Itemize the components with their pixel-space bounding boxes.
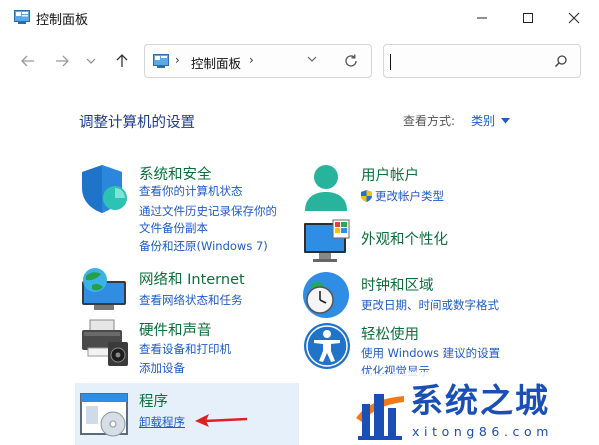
search-input[interactable] <box>388 51 548 71</box>
forward-arrow-icon <box>56 55 69 67</box>
watermark-url: xitong86.com <box>412 424 554 439</box>
title-bar: 控制面板 <box>0 0 599 36</box>
back-button[interactable] <box>16 50 40 72</box>
maximize-icon <box>523 13 533 23</box>
accessibility-icon[interactable] <box>302 321 352 371</box>
category-link[interactable]: 查看设备和打印机 <box>139 341 231 357</box>
control-panel-icon <box>153 54 169 68</box>
close-icon <box>568 12 580 24</box>
search-icon[interactable] <box>554 54 568 68</box>
breadcrumb-separator[interactable]: › <box>249 53 254 67</box>
category-title[interactable]: 系统和安全 <box>139 163 212 184</box>
category-title[interactable]: 外观和个性化 <box>361 228 448 249</box>
search-box[interactable] <box>383 44 581 78</box>
view-by-value[interactable]: 类别 <box>471 112 495 129</box>
category-title[interactable]: 轻松使用 <box>361 323 419 344</box>
chevron-down-icon <box>86 58 96 64</box>
category-title[interactable]: 硬件和声音 <box>139 319 212 340</box>
page-title: 调整计算机的设置 <box>79 115 195 131</box>
refresh-icon[interactable] <box>343 53 359 69</box>
watermark-logo-icon <box>352 374 408 444</box>
minimize-icon <box>477 17 487 19</box>
watermark-text: 系统之城 <box>410 381 550 420</box>
monitor-icon[interactable] <box>303 219 353 265</box>
up-arrow-icon <box>116 54 128 67</box>
maximize-button[interactable] <box>505 0 551 36</box>
category-link[interactable]: 通过文件历史记录保存你的 <box>139 203 277 219</box>
recent-locations-button[interactable] <box>81 50 101 72</box>
category-link[interactable]: 查看网络状态和任务 <box>139 292 243 308</box>
category-title[interactable]: 时钟和区域 <box>361 274 434 295</box>
window-title: 控制面板 <box>36 13 89 28</box>
category-title[interactable]: 程序 <box>139 390 168 411</box>
category-link[interactable]: 备份和还原(Windows 7) <box>139 238 268 254</box>
up-button[interactable] <box>110 50 134 72</box>
control-panel-icon <box>14 10 30 24</box>
printer-icon[interactable] <box>80 318 132 370</box>
address-bar[interactable]: › 控制面板 › <box>144 44 372 78</box>
category-link[interactable]: 文件备份副本 <box>139 220 208 236</box>
uninstall-program-link[interactable]: 卸载程序 <box>139 414 185 430</box>
category-link[interactable]: 查看你的计算机状态 <box>139 183 243 199</box>
breadcrumb-separator[interactable]: › <box>175 53 180 67</box>
forward-button[interactable] <box>50 50 74 72</box>
category-title[interactable]: 网络和 Internet <box>139 268 245 289</box>
programs-icon[interactable] <box>80 390 130 438</box>
back-arrow-icon <box>21 55 34 67</box>
watermark: 系统之城 xitong86.com <box>352 372 599 445</box>
text-caret <box>390 54 391 70</box>
user-icon[interactable] <box>303 163 349 213</box>
category-link[interactable]: 更改日期、时间或数字格式 <box>361 297 499 313</box>
chevron-down-icon[interactable] <box>307 55 317 63</box>
category-title[interactable]: 用户帐户 <box>361 164 419 185</box>
breadcrumb-item-control-panel[interactable]: 控制面板 <box>191 53 241 72</box>
category-link[interactable]: 更改帐户类型 <box>361 188 444 204</box>
minimize-button[interactable] <box>459 0 505 36</box>
annotation-arrow-icon <box>195 414 248 427</box>
view-by-dropdown[interactable]: 类别 <box>471 112 511 129</box>
view-by-label: 查看方式: <box>403 114 456 128</box>
clock-icon[interactable] <box>301 270 351 320</box>
network-icon[interactable] <box>80 267 130 313</box>
shield-icon[interactable] <box>80 163 130 215</box>
dropdown-arrow-icon[interactable] <box>501 117 511 124</box>
close-button[interactable] <box>551 0 597 36</box>
category-link[interactable]: 添加设备 <box>139 360 185 376</box>
category-link-label[interactable]: 更改帐户类型 <box>375 189 444 203</box>
category-link[interactable]: 使用 Windows 建议的设置 <box>361 345 500 361</box>
uac-shield-icon <box>361 190 372 202</box>
